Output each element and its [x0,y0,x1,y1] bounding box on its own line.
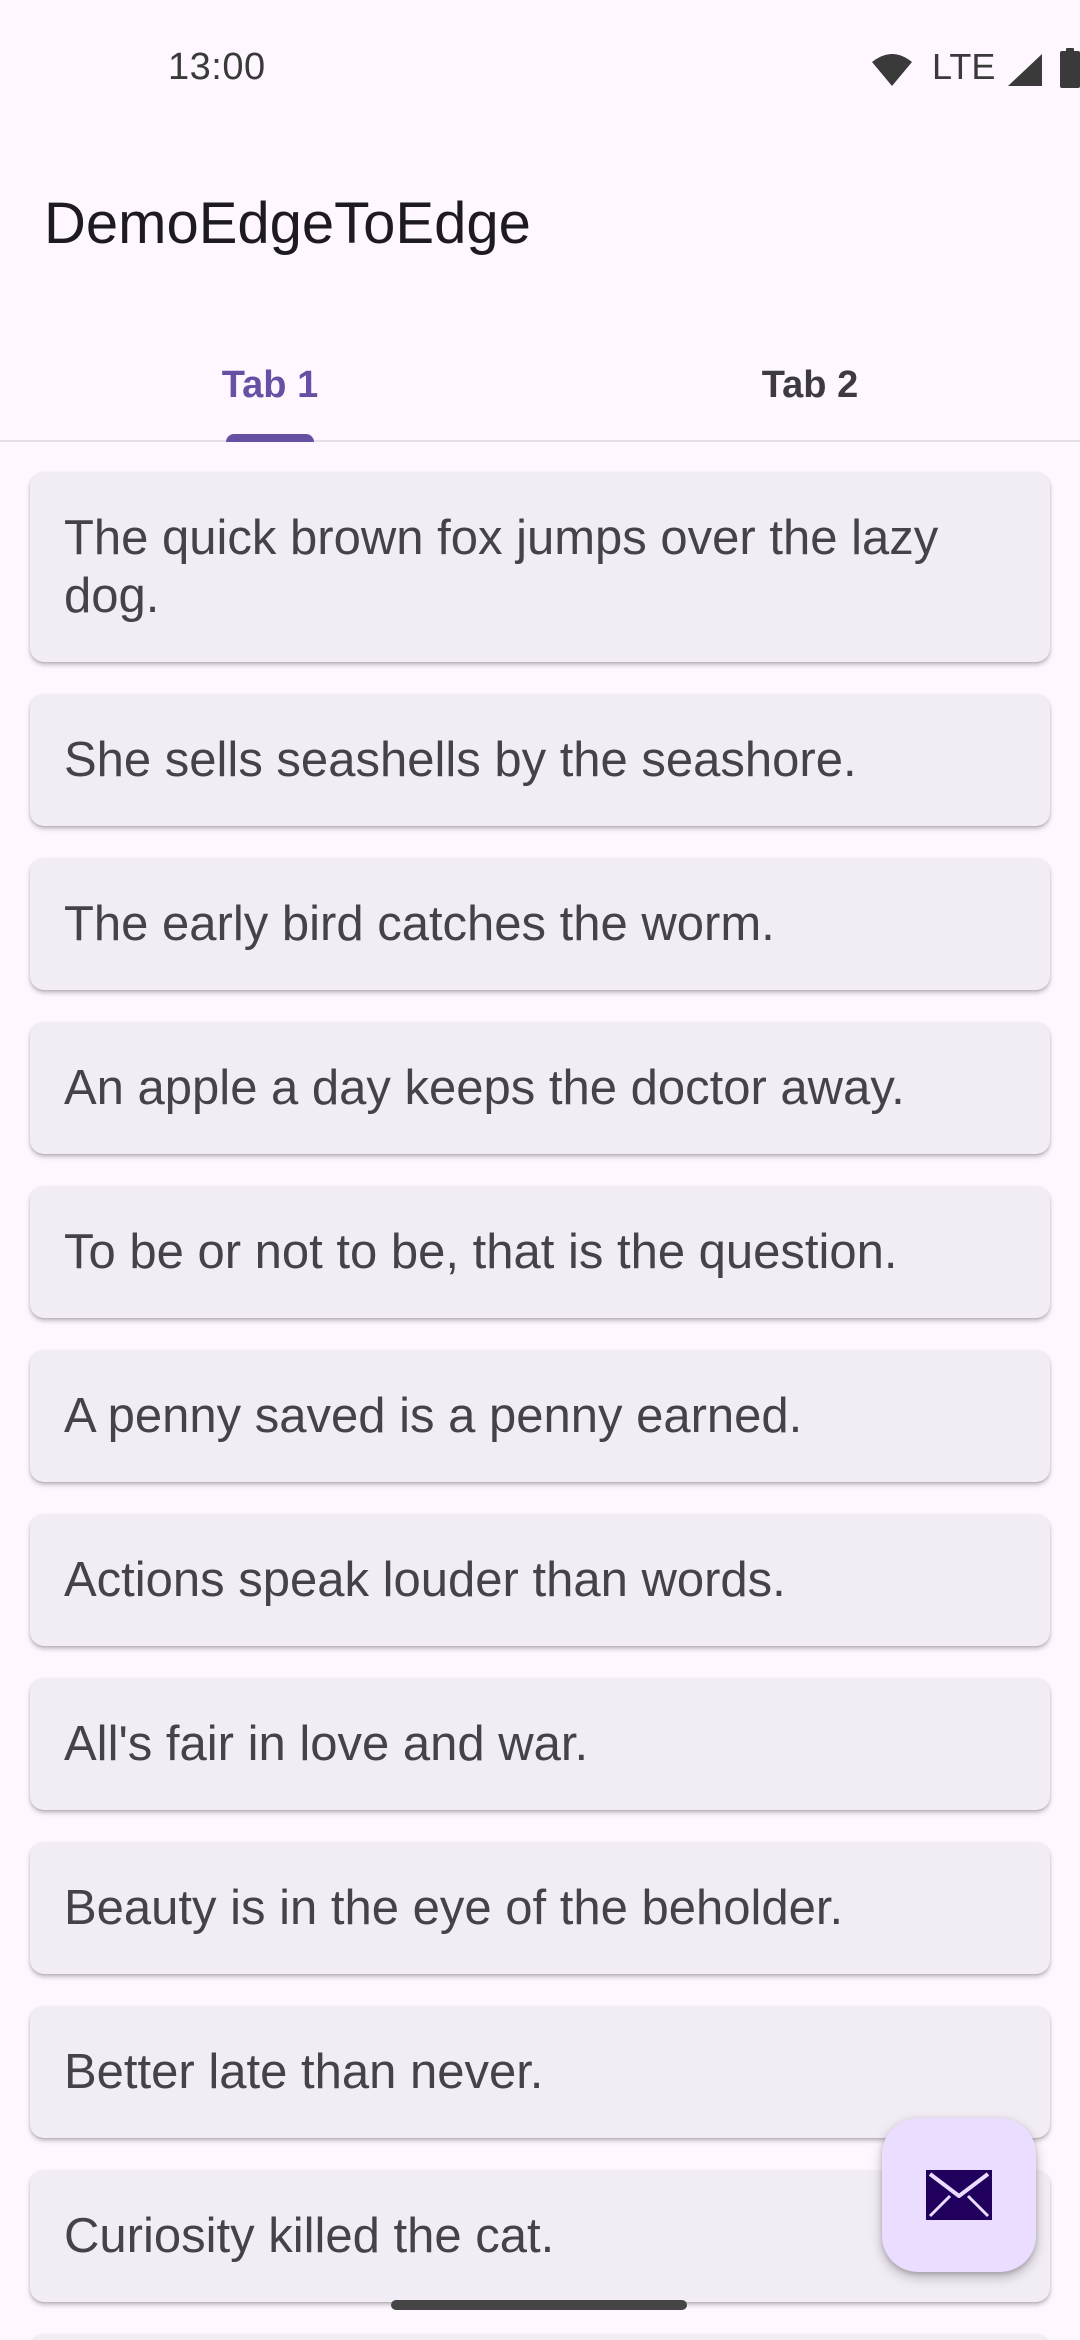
list-item[interactable]: All's fair in love and war. [30,1678,1050,1810]
list-item[interactable]: Beauty is in the eye of the beholder. [30,1842,1050,1974]
list-item-text: An apple a day keeps the doctor away. [64,1061,905,1115]
battery-icon [1060,48,1080,88]
list-item[interactable]: The quick brown fox jumps over the lazy … [30,472,1050,662]
list-item-text: Better late than never. [64,2045,544,2099]
tab-1-label: Tab 1 [221,363,319,406]
tab-2[interactable]: Tab 2 [540,330,1080,440]
status-icons: LTE [780,46,1080,94]
app-title: DemoEdgeToEdge [44,191,531,256]
list-item[interactable]: The early bird catches the worm. [30,858,1050,990]
list-item[interactable]: A penny saved is a penny earned. [30,1350,1050,1482]
gesture-navigation-bar[interactable] [391,2300,687,2310]
list-item-text: She sells seashells by the seashore. [64,733,857,787]
list-item-text: All's fair in love and war. [64,1717,589,1771]
list-item-text: Curiosity killed the cat. [64,2209,555,2263]
tab-1[interactable]: Tab 1 [0,330,540,440]
list-item-text: Beauty is in the eye of the beholder. [64,1881,844,1935]
wifi-icon [872,54,912,86]
app-screen: 13:00 LTE DemoEdgeToEdge Tab 1 Tab 2 The [0,0,1080,2340]
list-item[interactable]: Actions speak louder than words. [30,1514,1050,1646]
tab-indicator [226,434,314,442]
mail-icon [926,2170,992,2220]
list-item-partial[interactable] [30,2334,1050,2340]
compose-mail-fab[interactable] [882,2118,1036,2272]
list-item-text: To be or not to be, that is the question… [64,1225,898,1279]
tab-bar: Tab 1 Tab 2 [0,330,1080,442]
list-item-text: Actions speak louder than words. [64,1553,786,1607]
tab-2-label: Tab 2 [761,363,859,406]
status-time: 13:00 [168,46,266,88]
list-item[interactable]: An apple a day keeps the doctor away. [30,1022,1050,1154]
list-item-text: A penny saved is a penny earned. [64,1389,803,1443]
list-item[interactable]: She sells seashells by the seashore. [30,694,1050,826]
network-label: LTE [932,46,996,87]
list-item-text: The early bird catches the worm. [64,897,775,951]
list-item-text: The quick brown fox jumps over the lazy … [64,511,939,623]
status-bar: 13:00 LTE [0,0,1080,140]
list-item[interactable]: Better late than never. [30,2006,1050,2138]
list-item[interactable]: To be or not to be, that is the question… [30,1186,1050,1318]
signal-icon [1008,54,1042,86]
